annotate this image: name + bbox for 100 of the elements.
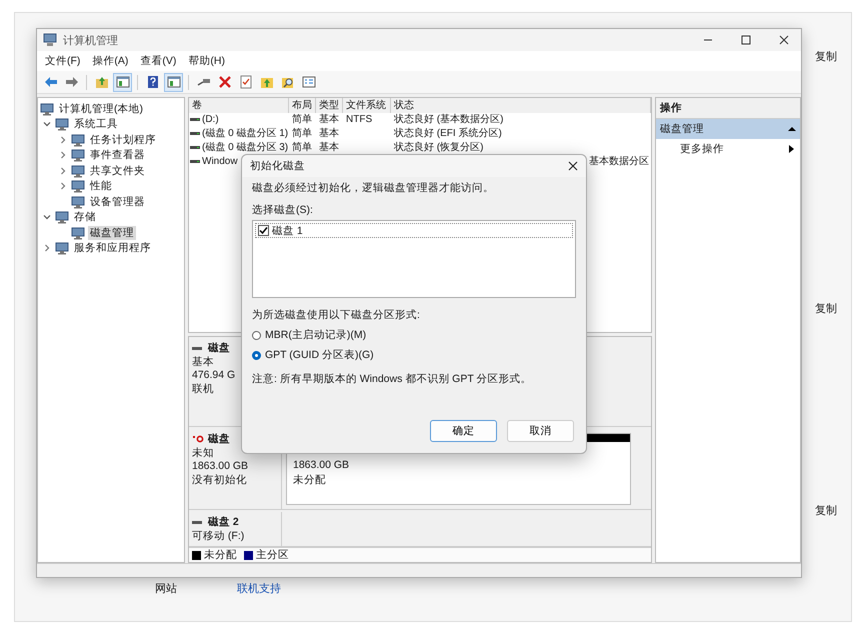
- drive-icon: [190, 132, 200, 136]
- computer-icon: [43, 33, 57, 47]
- computer-icon: [71, 226, 85, 240]
- menu-item[interactable]: 查看(V): [140, 54, 176, 68]
- ok-button[interactable]: 确定: [430, 420, 497, 442]
- computer-icon: [55, 210, 69, 224]
- tree-item[interactable]: 服务和应用程序: [72, 241, 153, 256]
- chevron-right-icon[interactable]: [42, 243, 52, 254]
- window-title: 计算机管理: [63, 34, 118, 48]
- radio-button[interactable]: [252, 330, 261, 340]
- tree-item[interactable]: 磁盘管理: [88, 226, 136, 240]
- disk-type: 未知: [192, 446, 214, 459]
- tree-item[interactable]: 任务计划程序: [88, 132, 158, 147]
- menu-item[interactable]: 操作(A): [92, 54, 128, 68]
- table-cell: 基本数据分区: [589, 156, 649, 168]
- drive-icon: [192, 344, 204, 352]
- disk-name: 磁盘 2: [208, 516, 239, 528]
- actions-header: 操作: [656, 98, 800, 119]
- table-cell: (D:): [202, 114, 219, 126]
- computer-icon: [71, 194, 85, 209]
- disk-name: 磁盘: [208, 433, 230, 446]
- disk-size: 476.94 G: [192, 369, 236, 382]
- partition-label: 未分配: [293, 473, 326, 487]
- disk-type: 可移动 (F:): [192, 530, 244, 542]
- drive-icon: [192, 518, 204, 526]
- column-header[interactable]: 布局: [289, 98, 316, 113]
- chevron-right-icon[interactable]: [58, 166, 68, 176]
- disk-type: 基本: [192, 356, 214, 368]
- computer-icon: [71, 164, 85, 178]
- table-cell: (磁盘 0 磁盘分区 3): [202, 142, 288, 154]
- table-cell: 简单: [292, 142, 312, 154]
- disk-size: 1863.00 GB: [192, 460, 248, 472]
- close-icon[interactable]: [568, 161, 578, 171]
- drive-icon: [190, 118, 200, 122]
- tree-item[interactable]: 事件查看器: [88, 148, 147, 162]
- column-header[interactable]: 状态: [391, 98, 651, 113]
- tree-item[interactable]: 共享文件夹: [88, 164, 147, 178]
- pane-icon[interactable]: [113, 72, 132, 92]
- table-cell: 状态良好 (EFI 系统分区): [394, 128, 502, 140]
- copy-button[interactable]: 复制: [811, 501, 841, 520]
- pane-icon[interactable]: [164, 72, 183, 92]
- drive-icon: [190, 146, 200, 150]
- drive-icon: [190, 160, 200, 164]
- menu-item[interactable]: 帮助(H): [188, 54, 225, 68]
- table-cell: 状态良好 (恢复分区): [394, 142, 484, 154]
- collapse-icon[interactable]: [788, 126, 796, 132]
- column-header[interactable]: 类型: [316, 98, 343, 113]
- tree-item[interactable]: 设备管理器: [88, 194, 147, 209]
- cancel-button[interactable]: 取消: [507, 420, 574, 442]
- disk-name: 磁盘: [208, 342, 230, 354]
- disk-status: 没有初始化: [192, 474, 247, 486]
- column-header[interactable]: 文件系统: [343, 98, 391, 113]
- table-cell: 简单: [292, 128, 312, 140]
- tree-item[interactable]: 性能: [88, 179, 114, 194]
- note-text: 注意: 所有早期版本的 Windows 都不识别 GPT 分区形式。: [252, 372, 532, 386]
- copy-button[interactable]: 复制: [811, 299, 841, 318]
- checkbox[interactable]: [258, 225, 269, 236]
- footer-label: 网站: [155, 582, 177, 596]
- action-item[interactable]: 更多操作: [680, 142, 724, 156]
- disk-error-icon: [192, 435, 204, 444]
- dialog-title: 初始化磁盘: [250, 159, 305, 173]
- submenu-arrow-icon[interactable]: [789, 145, 794, 153]
- partition-size: 1863.00 GB: [293, 459, 350, 471]
- table-cell: 状态良好 (基本数据分区): [394, 114, 504, 126]
- legend-label: 主分区: [256, 548, 289, 562]
- menu-item[interactable]: 文件(F): [45, 54, 80, 68]
- copy-button[interactable]: 复制: [811, 47, 841, 66]
- radio-button[interactable]: [252, 350, 261, 360]
- tree-item[interactable]: 系统工具: [72, 117, 120, 132]
- dialog-message: 磁盘必须经过初始化，逻辑磁盘管理器才能访问。: [252, 181, 495, 195]
- radio-option[interactable]: MBR(主启动记录)(M): [252, 328, 576, 342]
- table-cell: Window: [202, 156, 238, 168]
- chevron-right-icon[interactable]: [58, 134, 68, 145]
- table-cell: NTFS: [346, 114, 372, 126]
- table-cell: 基本: [319, 114, 339, 126]
- disk-status: 联机: [192, 382, 214, 395]
- tree-item[interactable]: 存储: [72, 210, 98, 224]
- computer-icon: [71, 148, 85, 162]
- chevron-right-icon[interactable]: [58, 150, 68, 160]
- close-icon[interactable]: [779, 35, 789, 45]
- table-cell: 简单: [292, 114, 312, 126]
- computer-icon: [71, 179, 85, 194]
- table-cell: 基本: [319, 128, 339, 140]
- computer-icon: [55, 241, 69, 256]
- computer-icon: [55, 117, 69, 132]
- table-cell: 基本: [319, 142, 339, 154]
- style-label: 为所选磁盘使用以下磁盘分区形式:: [252, 308, 421, 322]
- column-header[interactable]: 卷: [189, 98, 289, 113]
- radio-option[interactable]: GPT (GUID 分区表)(G): [252, 348, 576, 362]
- chevron-right-icon[interactable]: [58, 181, 68, 192]
- maximize-icon[interactable]: [741, 35, 751, 45]
- tree-item[interactable]: 计算机管理(本地): [57, 102, 145, 116]
- support-link[interactable]: 联机支持: [237, 581, 281, 596]
- table-cell: (磁盘 0 磁盘分区 1): [202, 128, 288, 140]
- legend-label: 未分配: [204, 548, 237, 562]
- actions-section[interactable]: 磁盘管理: [656, 119, 800, 139]
- select-label: 选择磁盘(S):: [252, 203, 314, 217]
- computer-icon: [40, 102, 54, 116]
- list-item[interactable]: 磁盘 1: [255, 223, 573, 238]
- computer-icon: [71, 132, 85, 147]
